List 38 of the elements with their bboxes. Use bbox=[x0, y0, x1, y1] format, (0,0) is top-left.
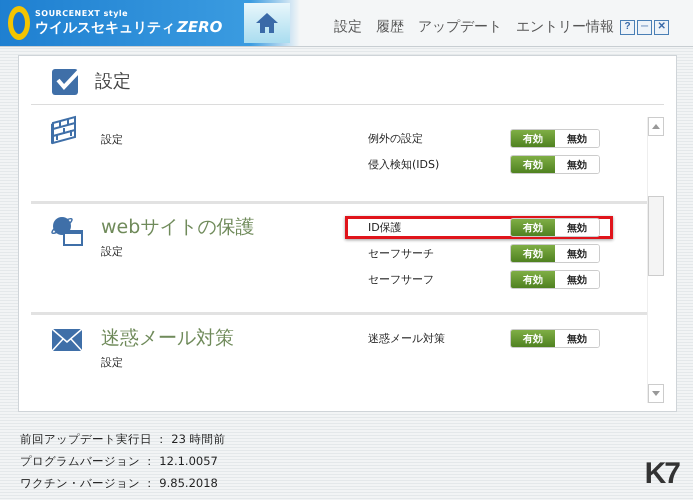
setting-label: セーフサーチ bbox=[368, 246, 434, 261]
home-button[interactable] bbox=[244, 3, 290, 43]
setting-label: 迷惑メール対策 bbox=[368, 331, 445, 346]
window-button[interactable]: ─ bbox=[637, 20, 652, 34]
menu-item[interactable]: エントリー情報 bbox=[516, 18, 614, 36]
setting-label: 侵入検知(IDS) bbox=[368, 157, 440, 172]
logo-ring-icon bbox=[6, 3, 32, 43]
status-text: ワクチン・バージョン ： 9.85.2018 bbox=[20, 476, 219, 491]
setting-label: 例外の設定 bbox=[368, 131, 423, 146]
setting-label: ID保護 bbox=[368, 220, 402, 235]
logo-title: ウイルスセキュリティ bbox=[35, 19, 175, 37]
panel-title: 設定 bbox=[95, 70, 131, 93]
settings-link[interactable]: 設定 bbox=[101, 244, 254, 259]
settings-link[interactable]: 設定 bbox=[101, 355, 234, 370]
up-arrow-icon bbox=[652, 124, 660, 129]
logo-subtitle: SOURCENEXT style bbox=[35, 9, 130, 18]
settings-link[interactable]: 設定 bbox=[101, 132, 123, 147]
section-title: 迷惑メール対策 bbox=[101, 326, 234, 351]
window-button[interactable]: ✕ bbox=[654, 20, 669, 34]
home-icon bbox=[255, 12, 279, 34]
window-button[interactable]: ? bbox=[620, 20, 635, 34]
logo-suffix: ZERO bbox=[177, 18, 222, 36]
menu-item[interactable]: 履歴 bbox=[376, 18, 404, 36]
scroll-up-button[interactable] bbox=[648, 117, 664, 136]
menu-item[interactable]: 設定 bbox=[334, 18, 362, 36]
scroll-down-button[interactable] bbox=[648, 384, 664, 403]
globe-window-icon bbox=[51, 214, 83, 246]
status-text: 前回アップデート実行日 ： 23 時間前 bbox=[20, 432, 226, 447]
menu-item[interactable]: アップデート bbox=[418, 18, 502, 36]
checkbox-icon bbox=[51, 66, 81, 96]
scrollbar[interactable] bbox=[647, 117, 664, 403]
section-title: webサイトの保護 bbox=[101, 215, 254, 240]
brand-logo: K7 bbox=[644, 457, 679, 491]
scroll-thumb[interactable] bbox=[648, 196, 664, 276]
disable-toggle[interactable]: 無効 bbox=[555, 219, 599, 236]
status-text: プログラムバージョン ： 12.1.0057 bbox=[20, 454, 219, 469]
down-arrow-icon bbox=[652, 391, 660, 396]
setting-label: セーフサーフ bbox=[368, 272, 434, 287]
